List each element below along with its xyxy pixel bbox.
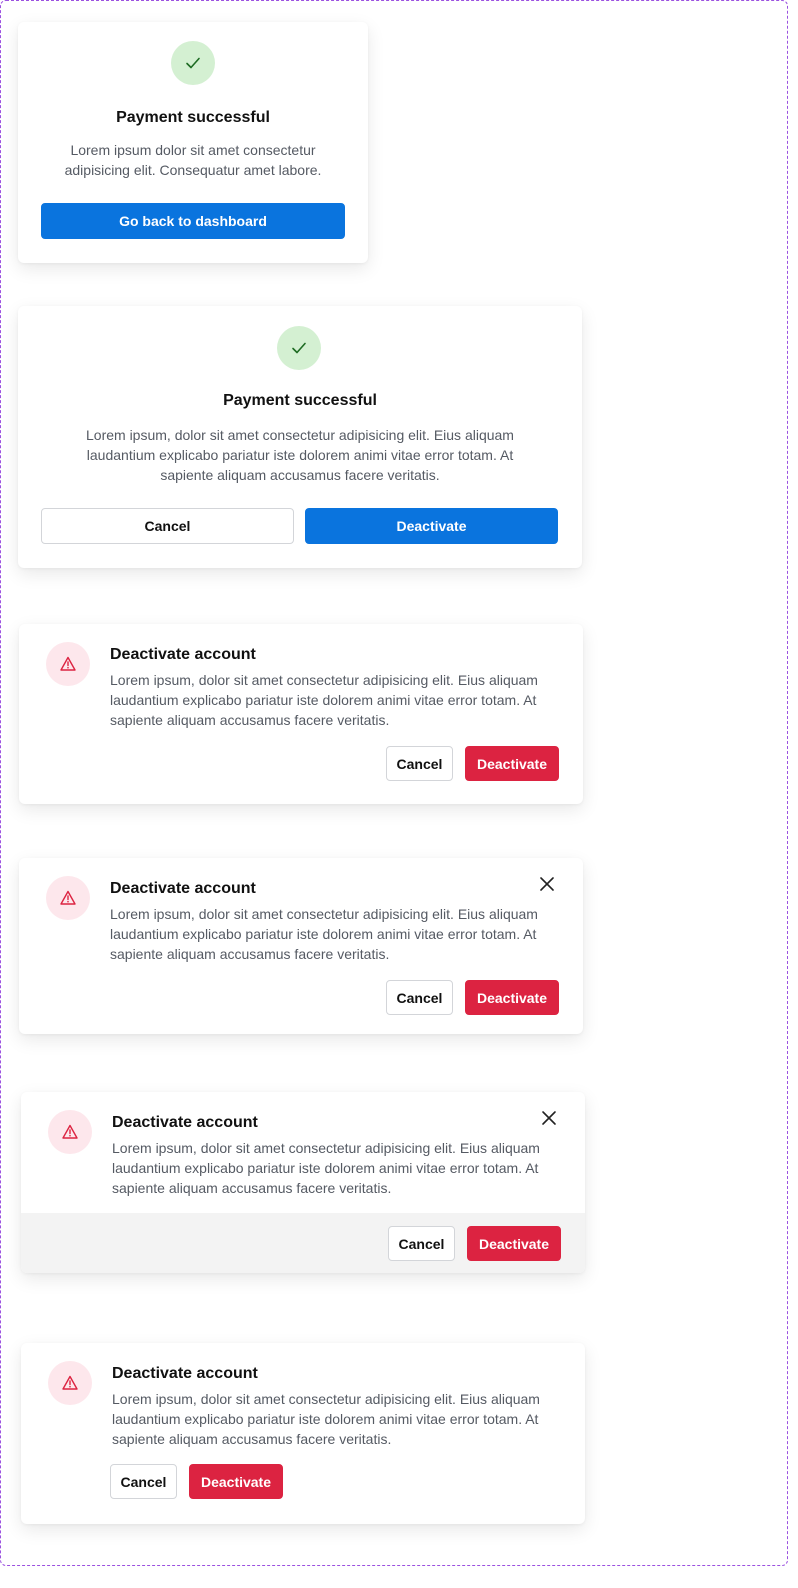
warning-icon-circle [46, 642, 90, 686]
deactivate-modal: Deactivate account Lorem ipsum, dolor si… [19, 624, 583, 804]
modal-body: Lorem ipsum, dolor sit amet consectetur … [110, 672, 538, 728]
deactivate-button[interactable]: Deactivate [467, 1226, 561, 1261]
modal-title: Deactivate account [110, 880, 256, 897]
close-icon[interactable] [537, 874, 557, 894]
cancel-button[interactable]: Cancel [388, 1226, 455, 1261]
deactivate-button[interactable]: Deactivate [189, 1464, 283, 1499]
warning-triangle-icon [62, 1375, 78, 1390]
cancel-button[interactable]: Cancel [41, 508, 294, 544]
warning-icon-circle [48, 1110, 92, 1154]
deactivate-modal-left-actions: Deactivate account Lorem ipsum, dolor si… [21, 1343, 585, 1524]
modal-body: Lorem ipsum, dolor sit amet consectetur … [86, 427, 514, 483]
modal-title: Deactivate account [112, 1365, 258, 1382]
success-icon-circle [171, 41, 215, 85]
modal-body: Lorem ipsum, dolor sit amet consectetur … [112, 1140, 540, 1196]
deactivate-button[interactable]: Deactivate [465, 746, 559, 781]
warning-icon-circle [48, 1361, 92, 1405]
success-modal-small: Payment successful Lorem ipsum dolor sit… [18, 22, 368, 263]
check-icon [186, 57, 200, 69]
warning-triangle-icon [60, 656, 76, 671]
deactivate-button[interactable]: Deactivate [465, 980, 559, 1015]
deactivate-button[interactable]: Deactivate [305, 508, 558, 544]
go-back-to-dashboard-button[interactable]: Go back to dashboard [41, 203, 345, 239]
warning-triangle-icon [60, 890, 76, 905]
warning-icon-circle [46, 876, 90, 920]
deactivate-modal-with-close: Deactivate account Lorem ipsum, dolor si… [19, 858, 583, 1034]
modal-title: Payment successful [116, 109, 270, 126]
modal-title: Deactivate account [110, 646, 256, 663]
success-icon-circle [277, 326, 321, 370]
warning-triangle-icon [62, 1124, 78, 1139]
cancel-button[interactable]: Cancel [386, 746, 453, 781]
check-icon [292, 342, 306, 354]
close-icon[interactable] [539, 1108, 559, 1128]
deactivate-modal-with-footer: Deactivate account Lorem ipsum, dolor si… [21, 1092, 585, 1273]
modal-title: Deactivate account [112, 1114, 258, 1131]
modal-title: Payment successful [223, 392, 377, 409]
modal-body: Lorem ipsum, dolor sit amet consectetur … [110, 906, 538, 962]
cancel-button[interactable]: Cancel [386, 980, 453, 1015]
cancel-button[interactable]: Cancel [110, 1464, 177, 1499]
modal-body: Lorem ipsum dolor sit amet consectetur a… [64, 142, 322, 178]
modal-body: Lorem ipsum, dolor sit amet consectetur … [112, 1391, 540, 1447]
success-modal-wide: Payment successful Lorem ipsum, dolor si… [18, 306, 582, 568]
